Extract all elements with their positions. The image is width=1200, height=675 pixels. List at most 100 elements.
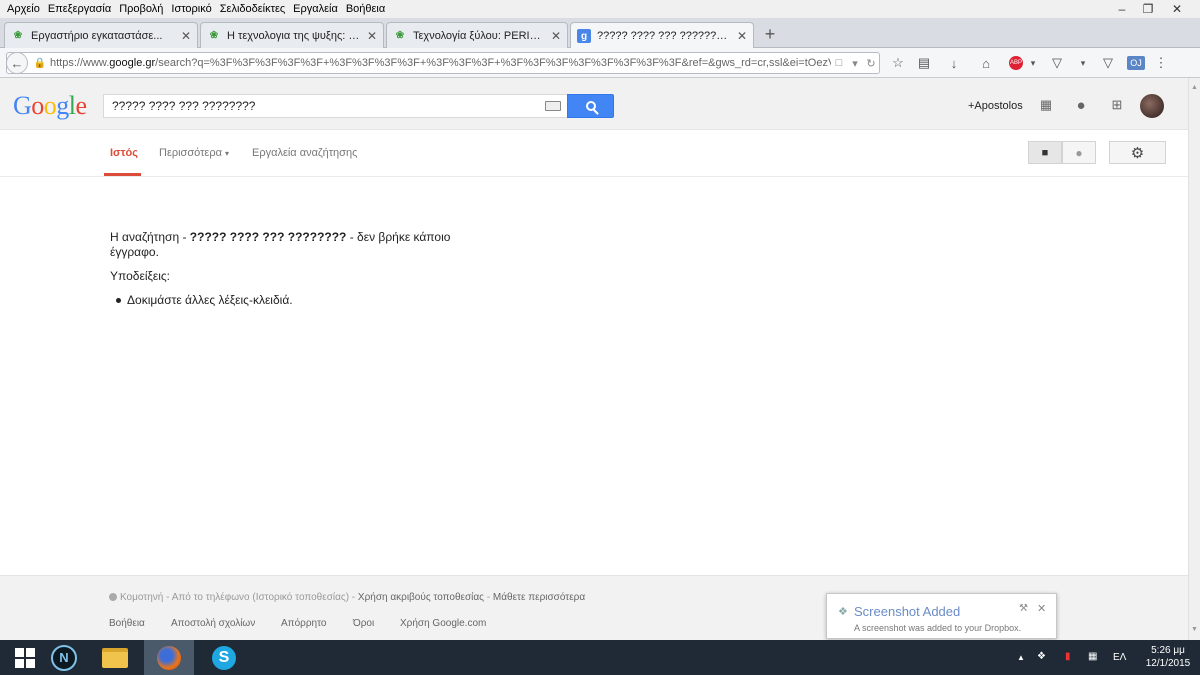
folder-icon — [102, 647, 128, 668]
close-tab-icon[interactable]: ✕ — [551, 29, 561, 43]
clipboard-icon[interactable]: ▤ — [915, 54, 933, 72]
taskbar-app-vpn[interactable]: N — [46, 640, 82, 675]
home-icon[interactable]: ⌂ — [977, 54, 995, 72]
adblock-icon[interactable]: ABP — [1009, 56, 1023, 70]
dropdown-arrow-icon[interactable]: ▾ — [847, 57, 863, 70]
menu-file[interactable]: Αρχείο — [0, 3, 44, 15]
download-arrow-icon[interactable]: ↓ — [945, 54, 963, 72]
dropbox-tray-icon[interactable]: ❖ — [1037, 651, 1046, 662]
menu-help[interactable]: Βοήθεια — [342, 3, 389, 15]
menu-bookmarks[interactable]: Σελιδοδείκτες — [216, 3, 289, 15]
google-plus-user-link[interactable]: +Apostolos — [968, 100, 1023, 112]
notifications-bell-icon[interactable]: ● — [1073, 97, 1089, 114]
green-leaf-icon: ❀ — [13, 30, 23, 41]
battery-indicator-icon[interactable]: ▮ — [1065, 651, 1071, 662]
close-tab-icon[interactable]: ✕ — [737, 29, 747, 43]
location-info: Κομοτηνή - Από το τηλέφωνο (Ιστορικό τοπ… — [109, 592, 585, 603]
tab-3[interactable]: ❀ Τεχνολογία ξύλου: PERIZIT... ✕ — [386, 22, 568, 48]
search-icon — [585, 101, 596, 111]
help-link[interactable]: Βοήθεια — [109, 618, 145, 629]
search-button[interactable] — [567, 94, 614, 118]
taskbar-firefox[interactable] — [144, 640, 194, 675]
logo-letter: e — [75, 91, 88, 120]
suggestions-title: Υποδείξεις: — [110, 269, 170, 283]
menu-view[interactable]: Προβολή — [115, 3, 167, 15]
pocket-icon[interactable]: ▽ — [1048, 54, 1066, 72]
tab-title: Τεχνολογία ξύλου: PERIZIT... — [413, 29, 545, 42]
search-subnav: Ιστός Περισσότερα ▾ Εργαλεία αναζήτησης … — [0, 131, 1188, 177]
extension-oj-icon[interactable]: OJ — [1127, 56, 1145, 70]
tab-1[interactable]: ❀ Εργαστήριο εγκαταστάσε... ✕ — [4, 22, 198, 48]
tab-web[interactable]: Ιστός — [110, 147, 138, 159]
menu-tools[interactable]: Εργαλεία — [289, 3, 342, 15]
new-tab-icon[interactable]: + — [762, 24, 778, 45]
dropbox-notification[interactable]: ❖ Screenshot Added A screenshot was adde… — [826, 593, 1057, 639]
location-text: Κομοτηνή - Από το τηλέφωνο (Ιστορικό τοπ… — [120, 592, 356, 603]
global-results-toggle[interactable]: ● — [1062, 141, 1096, 164]
privacy-link[interactable]: Απόρρητο — [281, 618, 326, 629]
tab-more[interactable]: Περισσότερα ▾ — [159, 147, 229, 159]
restore-icon[interactable]: ❐ — [1135, 0, 1161, 18]
scroll-up-arrow-icon[interactable]: ▲ — [1191, 84, 1198, 91]
menu-history[interactable]: Ιστορικό — [167, 3, 215, 15]
use-precise-location-link[interactable]: Χρήση ακριβούς τοποθεσίας — [358, 592, 484, 603]
save-to-pocket-icon[interactable]: ▽ — [1099, 54, 1117, 72]
tray-expand-arrow-icon[interactable]: ▲ — [1017, 653, 1025, 662]
green-leaf-icon: ❀ — [209, 30, 219, 41]
taskbar-file-explorer[interactable] — [96, 640, 134, 675]
windows-start-button[interactable] — [8, 640, 42, 675]
clock-date: 12/1/2015 — [1145, 658, 1191, 669]
terms-link[interactable]: Όροι — [353, 618, 374, 629]
keyboard-icon[interactable] — [545, 101, 561, 111]
logo-letter: o — [31, 91, 44, 120]
dropdown-arrow-icon: ▾ — [225, 149, 230, 158]
adblock-dropdown-icon[interactable]: ▾ — [1024, 54, 1042, 72]
settings-button[interactable]: ⚙ — [1109, 141, 1166, 164]
vertical-scrollbar[interactable]: ▲ ▼ — [1188, 78, 1200, 640]
share-plus-icon[interactable]: ⊞ — [1109, 97, 1125, 113]
back-arrow-icon[interactable]: ← — [6, 52, 28, 74]
tab-2[interactable]: ❀ Η τεχνολογια της ψυξης: Ρ... ✕ — [200, 22, 384, 48]
close-window-icon[interactable]: ✕ — [1164, 0, 1190, 18]
language-indicator[interactable]: ΕΛ — [1113, 652, 1126, 663]
learn-more-link[interactable]: Μάθετε περισσότερα — [493, 592, 585, 603]
star-bookmark-icon[interactable]: ☆ — [889, 54, 907, 72]
network-icon[interactable]: ▦ — [1088, 651, 1097, 662]
system-clock[interactable]: 5:26 μμ 12/1/2015 — [1140, 644, 1196, 670]
menu-bar: Αρχείο Επεξεργασία Προβολή Ιστορικό Σελι… — [0, 0, 1200, 18]
tab-search-tools[interactable]: Εργαλεία αναζήτησης — [252, 147, 357, 159]
apps-grid-icon[interactable]: ▦ — [1038, 97, 1054, 113]
logo-letter: o — [43, 91, 57, 120]
globe-icon: ● — [1075, 145, 1083, 160]
personal-results-toggle[interactable]: ■ — [1028, 141, 1062, 164]
minimize-icon[interactable]: – — [1109, 0, 1135, 18]
reload-icon[interactable]: ↻ — [863, 57, 879, 70]
tab-title: Η τεχνολογια της ψυξης: Ρ... — [227, 29, 361, 42]
close-tab-icon[interactable]: ✕ — [181, 29, 191, 43]
no-results-message: Η αναζήτηση - ????? ???? ??? ???????? - … — [110, 230, 480, 308]
lock-icon[interactable]: 🔒 — [32, 58, 48, 69]
close-icon[interactable]: ✕ — [1037, 602, 1046, 615]
menu-hamburger-icon[interactable]: ⋮ — [1152, 54, 1170, 72]
scroll-down-arrow-icon[interactable]: ▼ — [1191, 626, 1198, 633]
clock-time: 5:26 μμ — [1151, 645, 1185, 656]
taskbar-skype[interactable]: S — [200, 640, 248, 675]
wrench-icon[interactable]: ⚒ — [1019, 603, 1028, 614]
menu-edit[interactable]: Επεξεργασία — [44, 3, 115, 15]
search-input[interactable]: ????? ???? ??? ???????? — [103, 94, 567, 118]
address-bar[interactable]: ← 🔒 https://www.google.gr/search?q=%3F%3… — [6, 52, 880, 74]
tab-active[interactable]: g ????? ???? ??? ???????? - Ανα... ✕ — [570, 22, 754, 49]
url-text[interactable]: https://www.google.gr/search?q=%3F%3F%3F… — [50, 57, 831, 69]
send-feedback-link[interactable]: Αποστολή σχολίων — [171, 618, 255, 629]
google-logo[interactable]: Google — [13, 91, 87, 121]
active-tab-underline — [104, 173, 141, 176]
close-tab-icon[interactable]: ✕ — [367, 29, 377, 43]
reader-icon[interactable]: □ — [831, 57, 847, 69]
notification-body: A screenshot was added to your Dropbox. — [854, 623, 1022, 633]
avatar[interactable] — [1140, 94, 1164, 118]
logo-letter: g — [56, 91, 69, 120]
location-dot-icon — [109, 593, 117, 601]
use-google-com-link[interactable]: Χρήση Google.com — [400, 618, 486, 629]
logo-letter: G — [13, 91, 32, 120]
pocket-dropdown-icon[interactable]: ▾ — [1074, 54, 1092, 72]
